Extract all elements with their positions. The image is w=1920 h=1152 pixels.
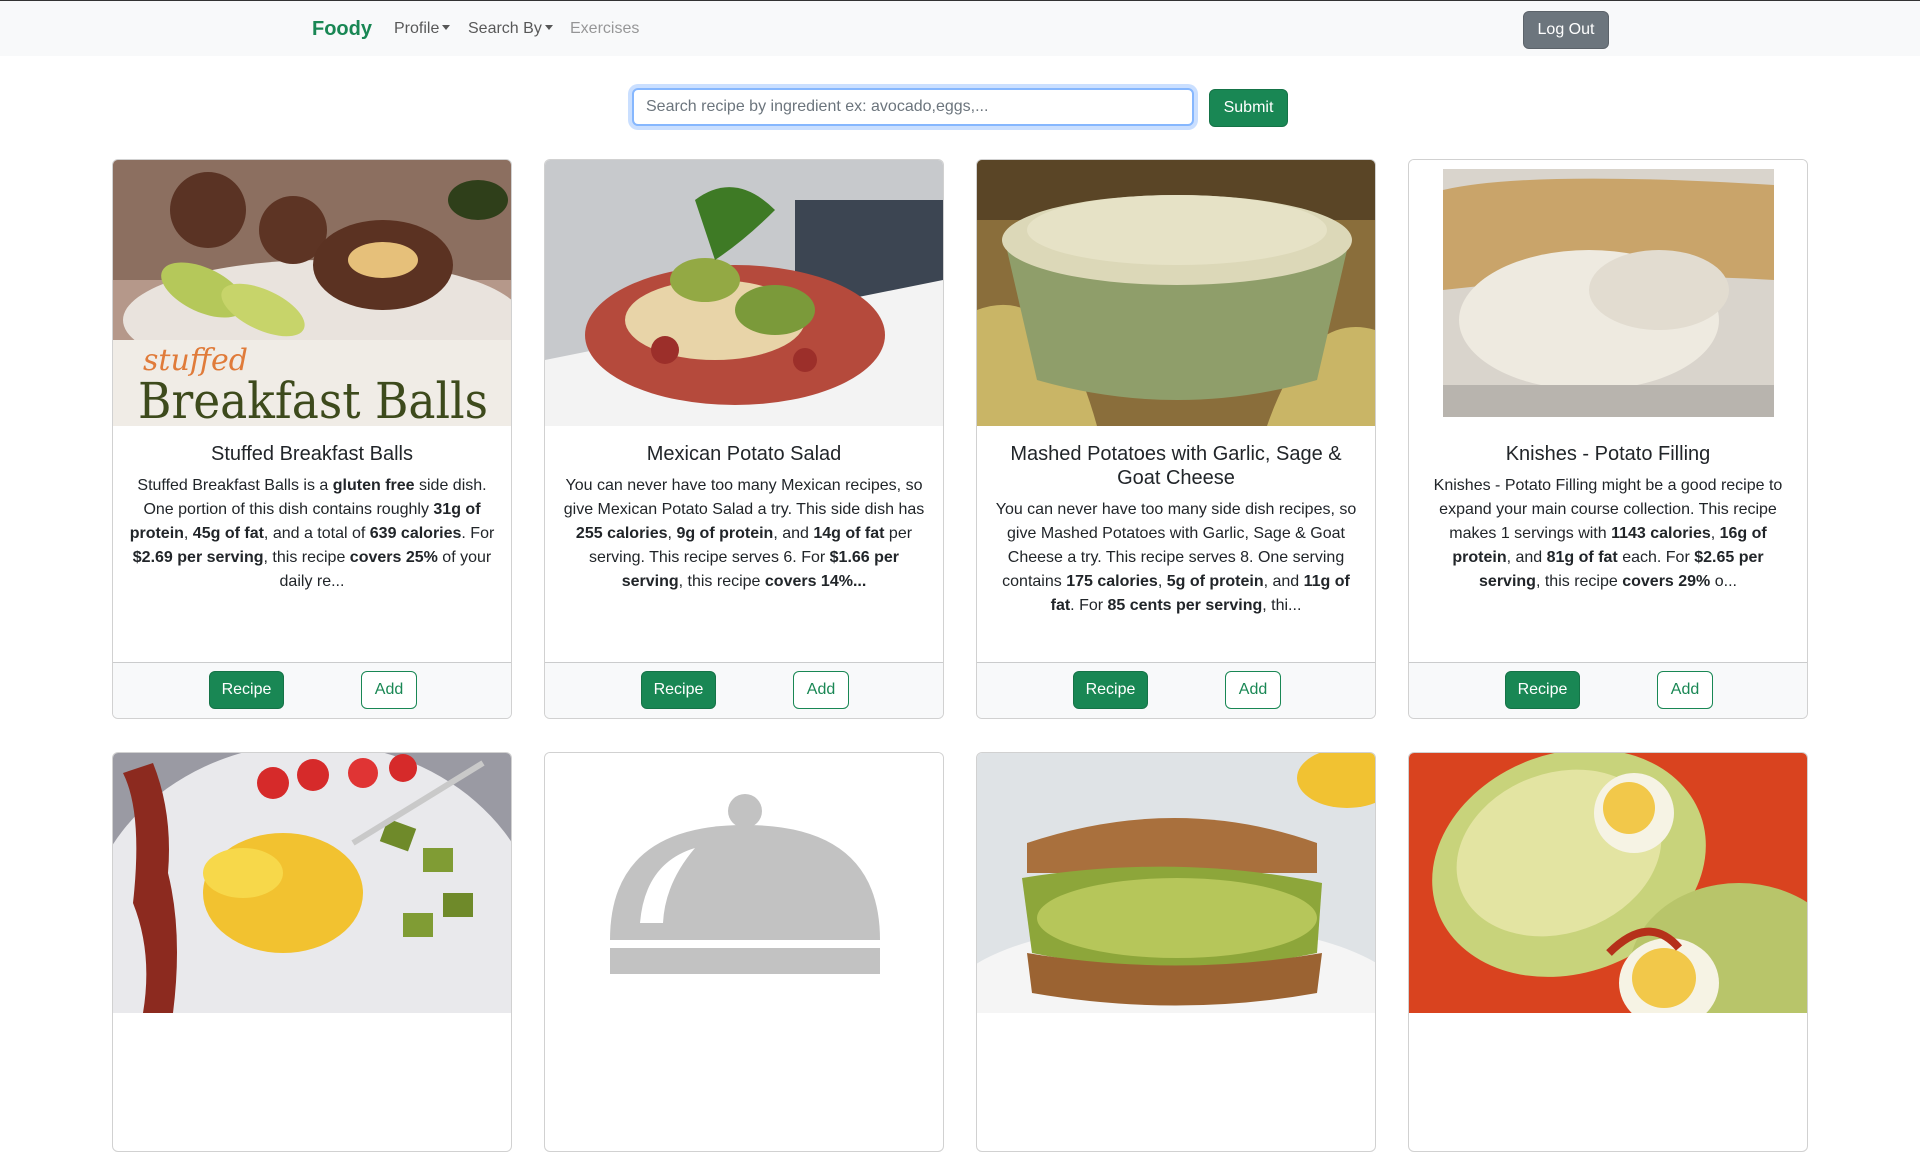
description-highlight: covers 25%	[349, 549, 438, 566]
description-highlight: 14g of fat	[813, 525, 885, 542]
recipe-title: Mashed Potatoes with Garlic, Sage & Goat…	[1010, 443, 1342, 489]
description-highlight: 45g of fat	[192, 525, 264, 542]
description-highlight: covers 29%	[1622, 573, 1711, 590]
recipe-image[interactable]	[545, 160, 943, 426]
description-text: each. For	[1617, 549, 1695, 566]
description-text: . For	[461, 525, 495, 542]
description-text: , and	[773, 525, 814, 542]
description-highlight: $2.69 per serving	[132, 549, 264, 566]
recipe-title: Knishes - Potato Filling	[1505, 443, 1711, 465]
recipe-image[interactable]: stuffed Breakfast Balls	[113, 160, 511, 426]
placeholder-cloche-icon[interactable]	[545, 753, 943, 1013]
description-highlight: 639 calories	[369, 525, 462, 542]
logout-button[interactable]: Log Out	[1523, 11, 1609, 49]
description-text: , thi...	[1262, 597, 1302, 614]
navbar: Foody Profile Search By Exercises Log Ou…	[0, 0, 1920, 56]
add-button[interactable]: Add	[361, 671, 417, 709]
recipe-image[interactable]	[977, 160, 1375, 426]
recipe-description: You can never have too many Mexican reci…	[559, 474, 929, 594]
caret-down-icon	[544, 25, 553, 30]
recipe-card: Mashed Potatoes with Garlic, Sage & Goat…	[976, 159, 1376, 719]
nav-exercises[interactable]: Exercises	[570, 20, 639, 38]
recipe-card	[112, 752, 512, 1152]
recipe-description: Stuffed Breakfast Balls is a gluten free…	[127, 474, 497, 594]
submit-button[interactable]: Submit	[1209, 89, 1288, 127]
recipe-card	[544, 752, 944, 1152]
description-text: . For	[1070, 597, 1108, 614]
description-highlight: 85 cents per serving	[1107, 597, 1263, 614]
recipe-button[interactable]: Recipe	[1505, 671, 1580, 709]
description-text: , this recipe	[263, 549, 350, 566]
description-highlight: 255 calories	[575, 525, 668, 542]
description-highlight: 175 calories	[1066, 573, 1158, 590]
add-button[interactable]: Add	[1225, 671, 1281, 709]
description-highlight: 9g of protein	[676, 525, 774, 542]
image-caption-large: Breakfast Balls	[138, 372, 488, 426]
recipe-description: Knishes - Potato Filling might be a good…	[1423, 474, 1793, 594]
description-highlight: 81g of fat	[1546, 549, 1618, 566]
card-footer: Recipe Add	[977, 662, 1375, 718]
description-highlight: gluten free	[332, 477, 415, 494]
card-footer: Recipe Add	[545, 662, 943, 718]
description-text: ,	[1157, 573, 1167, 590]
recipe-card: Mexican Potato Salad You can never have …	[544, 159, 944, 719]
recipe-button[interactable]: Recipe	[641, 671, 716, 709]
card-footer: Recipe Add	[113, 662, 511, 718]
description-text: , this recipe	[678, 573, 765, 590]
recipe-card: Knishes - Potato Filling Knishes - Potat…	[1408, 159, 1808, 719]
description-text: , this recipe	[1535, 573, 1623, 590]
add-button[interactable]: Add	[793, 671, 849, 709]
description-text: , and	[1506, 549, 1547, 566]
description-text: , and a total of	[263, 525, 370, 542]
brand-logo[interactable]: Foody	[312, 18, 372, 41]
description-text: , and	[1263, 573, 1304, 590]
description-highlight: covers 14%...	[764, 573, 867, 590]
description-highlight: 1143 calories	[1611, 525, 1711, 542]
search-input[interactable]	[632, 88, 1194, 126]
nav-search-by-dropdown[interactable]: Search By	[468, 20, 553, 38]
recipe-title: Stuffed Breakfast Balls	[211, 443, 413, 465]
description-text: ,	[1710, 525, 1720, 542]
description-text: ,	[183, 525, 193, 542]
description-text: You can never have too many Mexican reci…	[563, 477, 925, 518]
caret-down-icon	[442, 25, 451, 30]
recipe-card: stuffed Breakfast Balls Stuffed Breakfas…	[112, 159, 512, 719]
recipe-title: Mexican Potato Salad	[646, 443, 842, 465]
recipe-card	[1408, 752, 1808, 1152]
description-highlight: 5g of protein	[1166, 573, 1264, 590]
description-text: o...	[1710, 573, 1737, 590]
recipe-button[interactable]: Recipe	[1073, 671, 1148, 709]
recipe-image[interactable]	[113, 753, 511, 1143]
recipe-image[interactable]	[1409, 160, 1807, 426]
recipe-image[interactable]	[977, 753, 1375, 1083]
recipe-button[interactable]: Recipe	[209, 671, 284, 709]
add-button[interactable]: Add	[1657, 671, 1713, 709]
recipe-image[interactable]	[1409, 753, 1807, 1063]
recipe-description: You can never have too many side dish re…	[991, 498, 1361, 618]
recipe-card	[976, 752, 1376, 1152]
card-footer: Recipe Add	[1409, 662, 1807, 718]
nav-profile-dropdown[interactable]: Profile	[394, 20, 451, 38]
description-text: Stuffed Breakfast Balls is a	[137, 477, 333, 494]
